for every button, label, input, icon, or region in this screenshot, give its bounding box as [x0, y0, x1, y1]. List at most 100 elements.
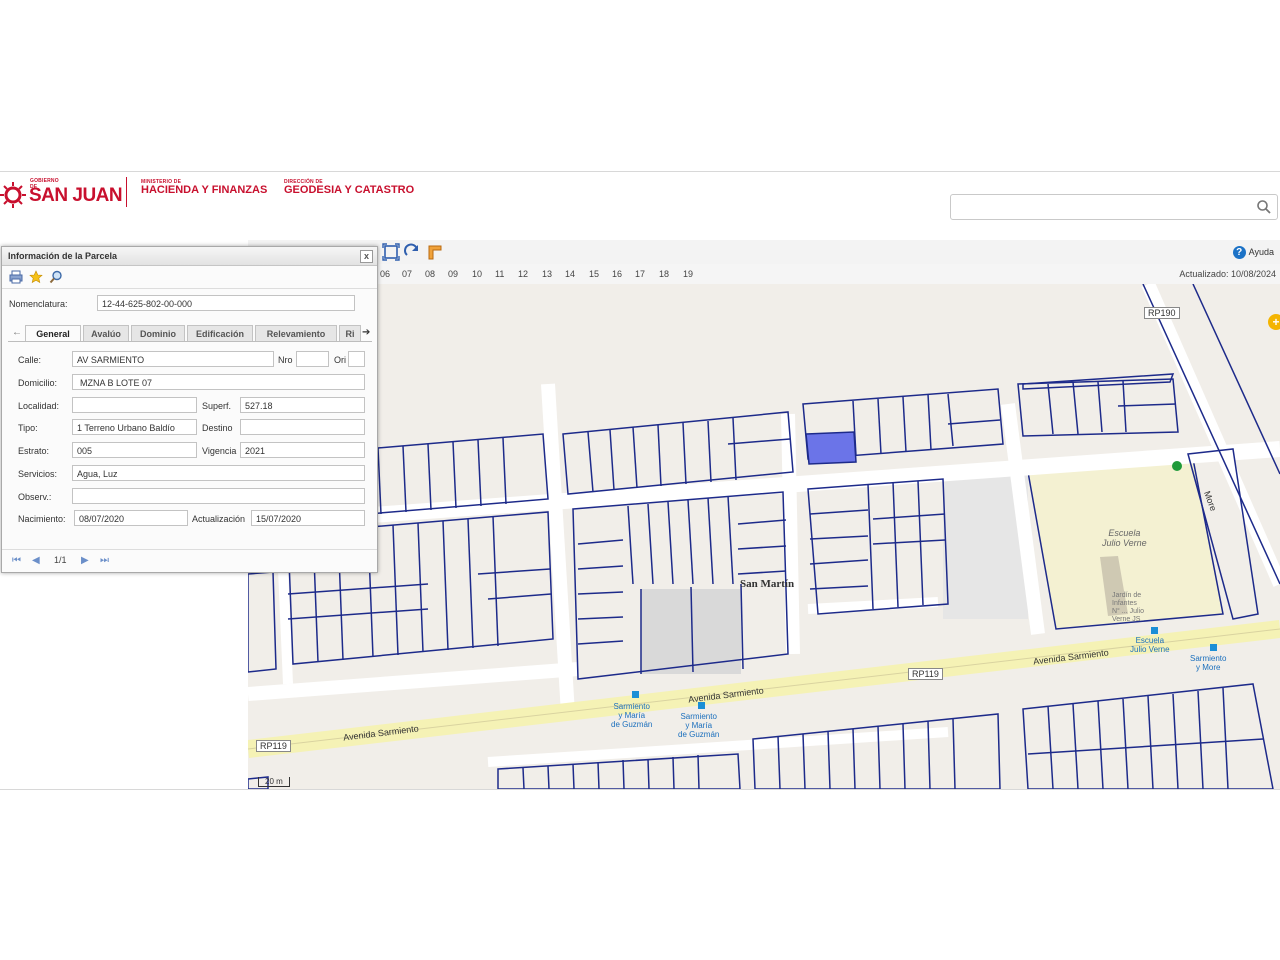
observaciones-label: Observ.: — [18, 492, 52, 502]
nomenclatura-field[interactable]: 12-44-625-802-00-000 — [97, 295, 355, 311]
tipo-field[interactable]: 1 Terreno Urbano Baldío — [72, 419, 197, 435]
next-page-icon[interactable]: ▶ — [81, 555, 89, 566]
observaciones-field[interactable] — [72, 488, 365, 504]
time-tick[interactable]: 07 — [402, 269, 412, 279]
bus-stop-label: Sarmiento y María de Guzmán — [611, 702, 653, 729]
time-tick[interactable]: 09 — [448, 269, 458, 279]
page-indicator: 1/1 — [54, 555, 67, 565]
dialog-toolbar — [2, 266, 377, 289]
destino-field[interactable] — [240, 419, 365, 435]
dialog-title: Información de la Parcela — [8, 251, 118, 261]
map-toolbar: ? Ayuda — [248, 240, 1280, 265]
route-label-rp190: RP190 — [1144, 307, 1180, 319]
help-button[interactable]: ? Ayuda — [1232, 243, 1274, 261]
actualizacion-label: Actualización — [192, 514, 246, 524]
bus-stop-icon[interactable] — [632, 691, 639, 698]
gov-name: SAN JUAN — [29, 185, 123, 206]
tab-relevamiento[interactable]: Relevamiento — [255, 325, 337, 341]
bus-stop-label: Escuela Julio Verne — [1130, 636, 1170, 654]
bus-stop-label: Sarmiento y María de Guzmán — [678, 712, 720, 739]
search-icon[interactable] — [1256, 199, 1272, 215]
superficie-field[interactable]: 527.18 — [240, 397, 365, 413]
header-divider — [126, 177, 127, 207]
parcel-info-dialog[interactable]: Información de la Parcela x Nomenclatura… — [1, 246, 378, 573]
time-tick[interactable]: 10 — [472, 269, 482, 279]
tab-scroll-right-icon[interactable]: ➔ — [362, 327, 370, 338]
district-label: San Martín — [740, 578, 795, 590]
map-canvas[interactable]: RP190 RP119 RP119 Escuela Julio Verne Ja… — [248, 284, 1280, 789]
tab-avaluo[interactable]: Avalúo — [83, 325, 129, 341]
vigencia-field[interactable]: 2021 — [240, 442, 365, 458]
actualizacion-field[interactable]: 15/07/2020 — [251, 510, 365, 526]
tab-ri[interactable]: Ri — [339, 325, 361, 341]
calle-label: Calle: — [18, 355, 42, 365]
time-tick[interactable]: 12 — [518, 269, 528, 279]
location-marker-icon[interactable] — [1172, 461, 1182, 471]
localidad-field[interactable] — [72, 397, 197, 413]
tab-scroll-left-icon[interactable]: ← — [12, 327, 22, 338]
prev-page-icon[interactable]: ◀ — [32, 555, 40, 566]
first-page-icon[interactable]: ⏮ — [12, 555, 21, 566]
measure-icon[interactable] — [426, 243, 444, 261]
record-pager: ⏮ ◀ 1/1 ▶ ⏭ — [2, 549, 377, 572]
time-tick[interactable]: 08 — [425, 269, 435, 279]
print-icon[interactable] — [9, 270, 23, 284]
kindergarten-label: Jardín de Infantes N° ... Julio Verne JS — [1112, 592, 1144, 623]
tab-dominio[interactable]: Dominio — [131, 325, 185, 341]
last-updated: Actualizado: 10/08/2024 — [1179, 269, 1276, 279]
nacimiento-label: Nacimiento: — [18, 514, 66, 524]
time-tick[interactable]: 18 — [659, 269, 669, 279]
time-tick[interactable]: 06 — [380, 269, 390, 279]
nomenclatura-label: Nomenclatura: — [9, 299, 68, 309]
route-label-rp119-west: RP119 — [256, 740, 291, 752]
direction-name: GEODESIA Y CATASTRO — [284, 184, 415, 196]
expand-panel-icon[interactable]: + — [1268, 314, 1280, 330]
tab-edificacion[interactable]: Edificación — [187, 325, 253, 341]
dialog-title-bar[interactable]: Información de la Parcela x — [2, 247, 377, 266]
localidad-label: Localidad: — [18, 401, 60, 411]
ori-field[interactable] — [348, 351, 365, 367]
bus-stop-icon[interactable] — [1151, 627, 1158, 634]
domicilio-field[interactable]: MZNA B LOTE 07 — [72, 374, 365, 390]
close-icon[interactable]: x — [360, 250, 373, 263]
time-tick[interactable]: 14 — [565, 269, 575, 279]
zoom-extent-icon[interactable] — [382, 243, 400, 261]
time-tick[interactable]: 17 — [635, 269, 645, 279]
nacimiento-field[interactable]: 08/07/2020 — [74, 510, 188, 526]
time-tick[interactable]: 11 — [495, 269, 504, 279]
search-box[interactable] — [950, 194, 1278, 220]
search-input[interactable] — [957, 197, 1251, 219]
domicilio-label: Domicilio: — [18, 378, 58, 388]
last-page-icon[interactable]: ⏭ — [100, 555, 109, 566]
dialog-tabs: ← General Avalúo Dominio Edificación Rel… — [8, 323, 372, 342]
vigencia-label: Vigencia — [202, 446, 237, 456]
tipo-label: Tipo: — [18, 423, 38, 433]
scale-bar: 20 m — [258, 777, 290, 787]
school-label: Escuela Julio Verne — [1102, 528, 1147, 548]
bus-stop-label: Sarmiento y More — [1190, 654, 1227, 672]
servicios-label: Servicios: — [18, 469, 58, 479]
estrato-field[interactable]: 005 — [72, 442, 197, 458]
time-slider[interactable]: 06 07 08 09 10 11 12 13 14 15 16 17 18 1… — [248, 264, 1280, 284]
zoom-to-parcel-icon[interactable] — [49, 270, 63, 284]
nro-field[interactable] — [296, 351, 329, 367]
calle-field[interactable]: AV SARMIENTO — [72, 351, 274, 367]
time-tick[interactable]: 13 — [542, 269, 552, 279]
time-tick[interactable]: 19 — [683, 269, 693, 279]
ori-label: Ori — [334, 355, 346, 365]
time-tick[interactable]: 15 — [589, 269, 599, 279]
redo-icon[interactable] — [403, 243, 421, 261]
favorite-star-icon[interactable] — [29, 270, 43, 284]
app-window: GOBIERNO DE SAN JUAN MINISTERIO DE HACIE… — [0, 171, 1280, 790]
header: GOBIERNO DE SAN JUAN MINISTERIO DE HACIE… — [0, 172, 1280, 240]
ministry-name: HACIENDA Y FINANZAS — [141, 184, 268, 196]
selected-parcel[interactable] — [805, 431, 857, 465]
bus-stop-icon[interactable] — [1210, 644, 1217, 651]
superficie-label: Superf. — [202, 401, 232, 411]
destino-label: Destino — [202, 423, 233, 433]
nro-label: Nro — [278, 355, 293, 365]
time-tick[interactable]: 16 — [612, 269, 622, 279]
tab-general[interactable]: General — [25, 325, 81, 341]
servicios-field[interactable]: Agua, Luz — [72, 465, 365, 481]
sun-logo-icon — [0, 182, 26, 208]
